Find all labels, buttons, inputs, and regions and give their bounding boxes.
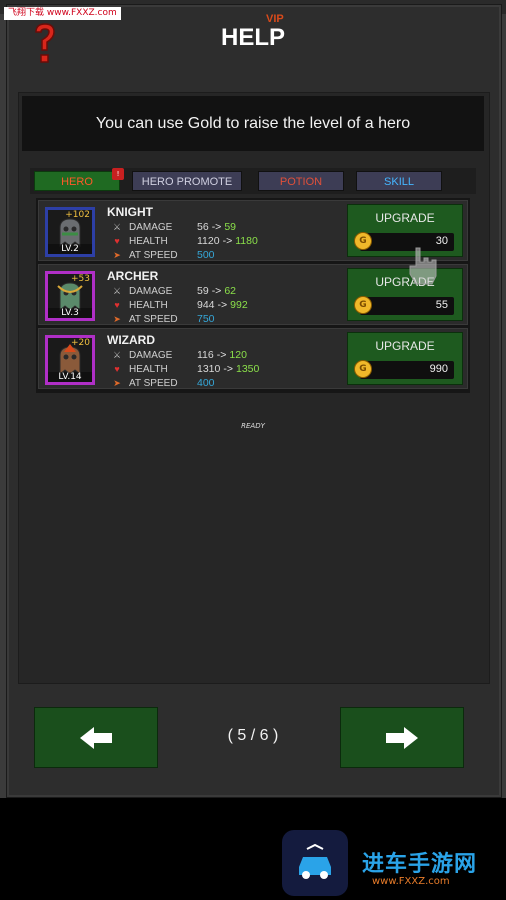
tab-hero-promote[interactable]: HERO PROMOTE [132,171,242,191]
tab-bar: HERO ! HERO PROMOTE POTION SKILL [30,168,476,194]
upgrade-label: UPGRADE [375,339,435,353]
stat-speed: ➤ AT SPEED 750 [111,313,215,325]
tab-potion[interactable]: POTION [258,171,344,191]
stat-label: DAMAGE [129,285,173,297]
stat-label: HEALTH [129,363,168,375]
speed-icon: ➤ [113,249,121,260]
gold-coin-icon: G [354,296,372,314]
next-page-button[interactable] [340,707,464,768]
hero-bonus: +53 [71,274,90,284]
hero-level: LV.3 [48,308,92,318]
hero-level: LV.14 [48,372,92,382]
tab-skill[interactable]: SKILL [356,171,442,191]
stat-label: AT SPEED [129,249,178,261]
heart-icon: ♥ [114,364,120,374]
damage-to: 120 [229,349,247,361]
upgrade-button-knight[interactable]: UPGRADE G 30 [347,204,463,257]
hero-row-archer: +53 LV.3 ARCHER ⚔ DAMAGE 59 -> 62 ♥ HEAL… [38,264,468,325]
health-to: 1180 [235,235,258,247]
hero-name: ARCHER [107,269,159,283]
heart-icon: ♥ [114,300,120,310]
speed-icon: ➤ [113,313,121,324]
hero-level: LV.2 [48,244,92,254]
stat-health: ♥ HEALTH 1310 -> 1350 [111,363,259,375]
speed-icon: ➤ [113,377,121,388]
stat-speed: ➤ AT SPEED 500 [111,249,215,261]
stat-health: ♥ HEALTH 944 -> 992 [111,299,248,311]
speed-value: 500 [197,249,215,261]
upgrade-button-wizard[interactable]: UPGRADE G 990 [347,332,463,385]
hero-portrait-archer: +53 LV.3 [45,271,95,321]
pointer-hand-icon [406,244,440,292]
health-from: 1310 [197,363,221,375]
hero-list: +102 LV.2 KNIGHT ⚔ DAMAGE 56 -> 59 ♥ HEA… [36,198,470,393]
hero-row-knight: +102 LV.2 KNIGHT ⚔ DAMAGE 56 -> 59 ♥ HEA… [38,200,468,261]
hero-portrait-knight: +102 LV.2 [45,207,95,257]
watermark-logo-icon [282,830,348,896]
upgrade-cost: 55 [435,299,448,311]
stat-label: DAMAGE [129,349,173,361]
sword-icon: ⚔ [112,349,122,360]
hero-bonus: +102 [65,210,90,220]
gold-coin-icon: G [354,360,372,378]
page-title: HELP [220,24,285,51]
arrow: -> [211,221,222,233]
upgrade-label: UPGRADE [375,211,435,225]
sword-icon: ⚔ [112,285,122,296]
stat-label: AT SPEED [129,377,178,389]
stat-health: ♥ HEALTH 1120 -> 1180 [111,235,258,247]
arrow: -> [217,299,228,311]
arrow: -> [211,285,222,297]
arrow: -> [222,235,233,247]
stat-label: AT SPEED [129,313,178,325]
stat-label: HEALTH [129,299,168,311]
stat-damage: ⚔ DAMAGE 116 -> 120 [111,349,247,361]
hero-portrait-wizard: +20 LV.14 [45,335,95,385]
cost-bar: G 990 [354,360,454,379]
speed-value: 750 [197,313,215,325]
stat-damage: ⚔ DAMAGE 59 -> 62 [111,285,236,297]
damage-from: 116 [197,349,214,361]
arrow: -> [216,349,227,361]
damage-from: 56 [197,221,209,233]
health-from: 1120 [197,235,220,247]
info-banner: You can use Gold to raise the level of a… [22,96,484,151]
heart-icon: ♥ [114,236,120,246]
watermark-url: www.FXXZ.com [372,876,450,887]
hero-name: WIZARD [107,333,155,347]
upgrade-button-archer[interactable]: UPGRADE G 55 [347,268,463,321]
stat-label: HEALTH [129,235,168,247]
hero-row-wizard: +20 LV.14 WIZARD ⚔ DAMAGE 116 -> 120 ♥ H… [38,328,468,389]
upgrade-label: UPGRADE [375,275,435,289]
hero-bonus: +20 [71,338,90,348]
arrow-right-icon [386,726,418,749]
ready-text: READY [241,422,265,430]
stat-speed: ➤ AT SPEED 400 [111,377,215,389]
gold-coin-icon: G [354,232,372,250]
watermark-top: 飞翔下载 www.FXXZ.com [4,7,121,20]
speed-value: 400 [197,377,215,389]
cost-bar: G 55 [354,296,454,315]
tab-hero-badge: ! [112,168,124,180]
health-from: 944 [197,299,215,311]
health-to: 992 [230,299,248,311]
arrow: -> [223,363,233,375]
hero-name: KNIGHT [107,205,153,219]
damage-to: 62 [224,285,237,297]
stat-label: DAMAGE [129,221,173,233]
health-to: 1350 [236,363,260,375]
stat-damage: ⚔ DAMAGE 56 -> 59 [111,221,236,233]
sword-icon: ⚔ [112,221,122,232]
damage-to: 59 [224,221,237,233]
damage-from: 59 [197,285,209,297]
tab-hero[interactable]: HERO [34,171,120,191]
upgrade-cost: 990 [429,363,448,375]
watermark-text: 进车手游网 [362,852,478,877]
